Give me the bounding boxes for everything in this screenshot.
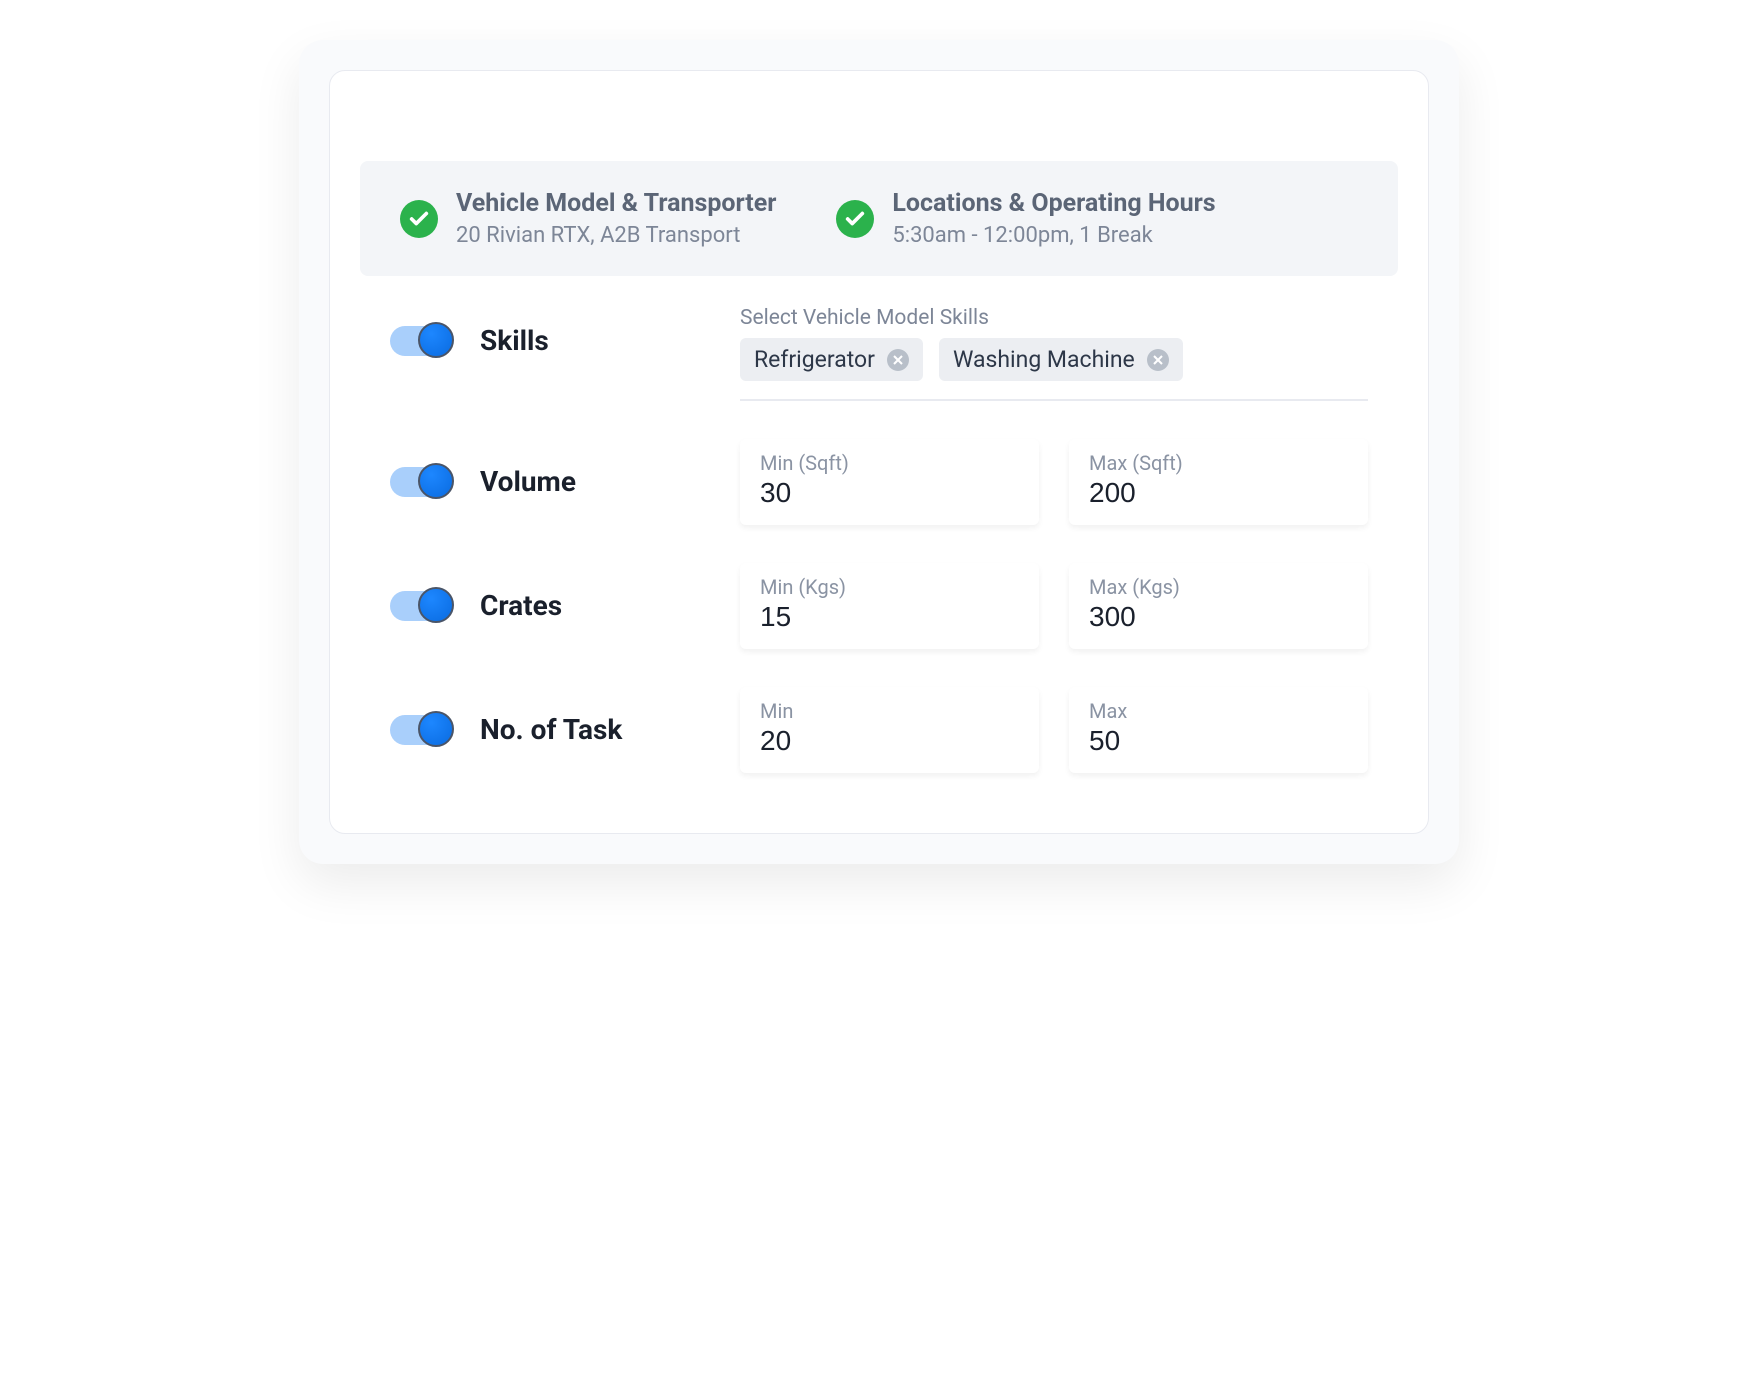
input-label: Min (Kgs) — [760, 575, 1019, 599]
row-skills: Skills Select Vehicle Model Skills Refri… — [390, 306, 1368, 401]
volume-min-box[interactable]: Min (Sqft) — [740, 439, 1039, 525]
step-title: Locations & Operating Hours — [892, 189, 1215, 219]
step-title: Vehicle Model & Transporter — [456, 189, 776, 219]
label-crates: Crates — [480, 589, 562, 622]
toggle-crates[interactable] — [390, 591, 450, 621]
tasks-min-box[interactable]: Min — [740, 687, 1039, 773]
label-tasks: No. of Task — [480, 713, 622, 746]
toggle-tasks[interactable] — [390, 715, 450, 745]
steps-bar: Vehicle Model & Transporter 20 Rivian RT… — [360, 161, 1398, 276]
crates-max-box[interactable]: Max (Kgs) — [1069, 563, 1368, 649]
step-subtitle: 5:30am - 12:00pm, 1 Break — [892, 223, 1215, 248]
tag-label: Refrigerator — [754, 346, 875, 373]
input-label: Max — [1089, 699, 1348, 723]
toggle-volume[interactable] — [390, 467, 450, 497]
crates-min-box[interactable]: Min (Kgs) — [740, 563, 1039, 649]
tag-refrigerator: Refrigerator — [740, 338, 923, 381]
close-icon[interactable] — [887, 349, 909, 371]
volume-max-box[interactable]: Max (Sqft) — [1069, 439, 1368, 525]
row-volume: Volume Min (Sqft) Max (Sqft) — [390, 439, 1368, 525]
tasks-max-input[interactable] — [1089, 725, 1348, 757]
input-label: Max (Kgs) — [1089, 575, 1348, 599]
toggle-skills[interactable] — [390, 326, 450, 356]
skills-tags[interactable]: Refrigerator Washing Machine — [740, 338, 1368, 401]
outer-card: Vehicle Model & Transporter 20 Rivian RT… — [299, 40, 1459, 864]
row-crates: Crates Min (Kgs) Max (Kgs) — [390, 563, 1368, 649]
input-label: Min — [760, 699, 1019, 723]
close-icon[interactable] — [1147, 349, 1169, 371]
label-skills: Skills — [480, 324, 549, 357]
crates-min-input[interactable] — [760, 601, 1019, 633]
volume-max-input[interactable] — [1089, 477, 1348, 509]
step-vehicle-model[interactable]: Vehicle Model & Transporter 20 Rivian RT… — [400, 189, 776, 248]
check-icon — [400, 200, 438, 238]
input-label: Max (Sqft) — [1089, 451, 1348, 475]
volume-min-input[interactable] — [760, 477, 1019, 509]
check-icon — [836, 200, 874, 238]
step-locations-hours[interactable]: Locations & Operating Hours 5:30am - 12:… — [836, 189, 1215, 248]
skills-field-label: Select Vehicle Model Skills — [740, 306, 1368, 330]
form-area: Skills Select Vehicle Model Skills Refri… — [330, 306, 1428, 773]
tasks-min-input[interactable] — [760, 725, 1019, 757]
inner-card: Vehicle Model & Transporter 20 Rivian RT… — [329, 70, 1429, 834]
label-volume: Volume — [480, 465, 576, 498]
row-tasks: No. of Task Min Max — [390, 687, 1368, 773]
tag-washing-machine: Washing Machine — [939, 338, 1183, 381]
tasks-max-box[interactable]: Max — [1069, 687, 1368, 773]
tag-label: Washing Machine — [953, 346, 1135, 373]
input-label: Min (Sqft) — [760, 451, 1019, 475]
crates-max-input[interactable] — [1089, 601, 1348, 633]
step-subtitle: 20 Rivian RTX, A2B Transport — [456, 223, 776, 248]
